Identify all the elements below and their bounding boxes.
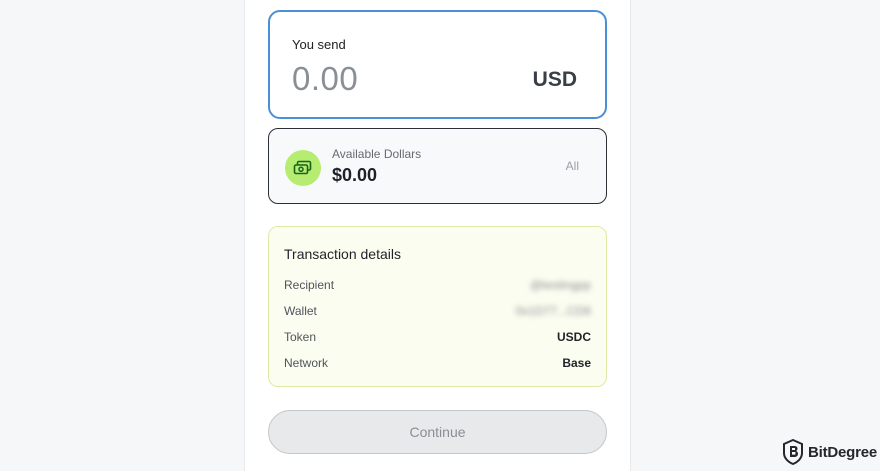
bitdegree-text: BitDegree xyxy=(808,443,878,461)
cash-icon xyxy=(285,150,321,186)
wallet-value: 0x1D77...CD6 xyxy=(515,304,591,318)
transaction-details: Transaction details Recipient @testingpp… xyxy=(268,226,607,387)
send-amount-input[interactable]: You send 0.00 USD xyxy=(268,10,607,119)
transaction-details-title: Transaction details xyxy=(284,246,401,262)
send-currency: USD xyxy=(532,68,577,91)
detail-row-recipient: Recipient @testingpp xyxy=(284,276,591,294)
bitdegree-logo-icon xyxy=(783,439,803,465)
recipient-value: @testingpp xyxy=(530,278,591,292)
token-value: USDC xyxy=(556,330,591,344)
detail-row-network: Network Base xyxy=(284,354,591,372)
detail-key: Recipient xyxy=(284,278,335,292)
continue-button[interactable]: Continue xyxy=(268,410,607,454)
detail-key: Token xyxy=(284,330,317,344)
bitdegree-watermark: BitDegree xyxy=(782,439,877,465)
send-label: You send xyxy=(292,37,346,52)
network-value: Base xyxy=(562,356,591,370)
detail-key: Network xyxy=(284,356,329,370)
detail-row-wallet: Wallet 0x1D77...CD6 xyxy=(284,302,591,320)
detail-key: Wallet xyxy=(284,304,317,318)
available-dollars-card[interactable]: Available Dollars $0.00 All xyxy=(268,128,607,204)
available-amount: $0.00 xyxy=(332,165,378,185)
available-label: Available Dollars xyxy=(332,147,422,161)
send-amount-value[interactable]: 0.00 xyxy=(292,60,358,98)
detail-row-token: Token USDC xyxy=(284,328,591,346)
all-button[interactable]: All xyxy=(566,159,579,173)
